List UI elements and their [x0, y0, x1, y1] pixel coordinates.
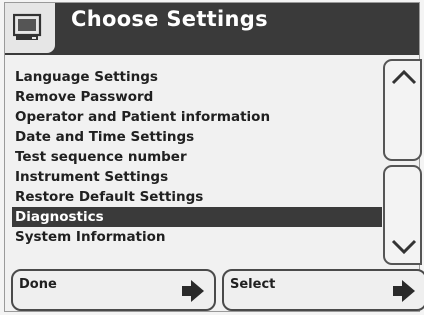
chevron-down-icon — [391, 239, 417, 255]
menu-item-test-sequence-number[interactable]: Test sequence number — [12, 147, 382, 167]
done-button-label: Done — [19, 277, 57, 292]
settings-menu: Language Settings Remove Password Operat… — [12, 67, 382, 247]
select-button-label: Select — [230, 277, 276, 292]
menu-item-system-information[interactable]: System Information — [12, 227, 382, 247]
scroll-up-button[interactable] — [383, 59, 422, 161]
header-bar: Choose Settings — [5, 3, 419, 55]
header-icon-tab — [5, 3, 57, 55]
chevron-up-icon — [391, 69, 417, 85]
menu-item-operator-patient-info[interactable]: Operator and Patient information — [12, 107, 382, 127]
arrow-right-icon — [393, 280, 415, 302]
menu-item-instrument-settings[interactable]: Instrument Settings — [12, 167, 382, 187]
menu-item-restore-default-settings[interactable]: Restore Default Settings — [12, 187, 382, 207]
page-title: Choose Settings — [71, 7, 268, 31]
menu-item-diagnostics[interactable]: Diagnostics — [12, 207, 382, 227]
done-button[interactable]: Done — [11, 269, 216, 311]
arrow-right-icon — [182, 280, 204, 302]
select-button[interactable]: Select — [222, 269, 424, 311]
menu-item-language-settings[interactable]: Language Settings — [12, 67, 382, 87]
scroll-down-button[interactable] — [383, 165, 422, 265]
menu-item-date-time-settings[interactable]: Date and Time Settings — [12, 127, 382, 147]
monitor-icon — [13, 13, 42, 40]
device-screen: Choose Settings Language Settings Remove… — [4, 2, 424, 312]
menu-item-remove-password[interactable]: Remove Password — [12, 87, 382, 107]
